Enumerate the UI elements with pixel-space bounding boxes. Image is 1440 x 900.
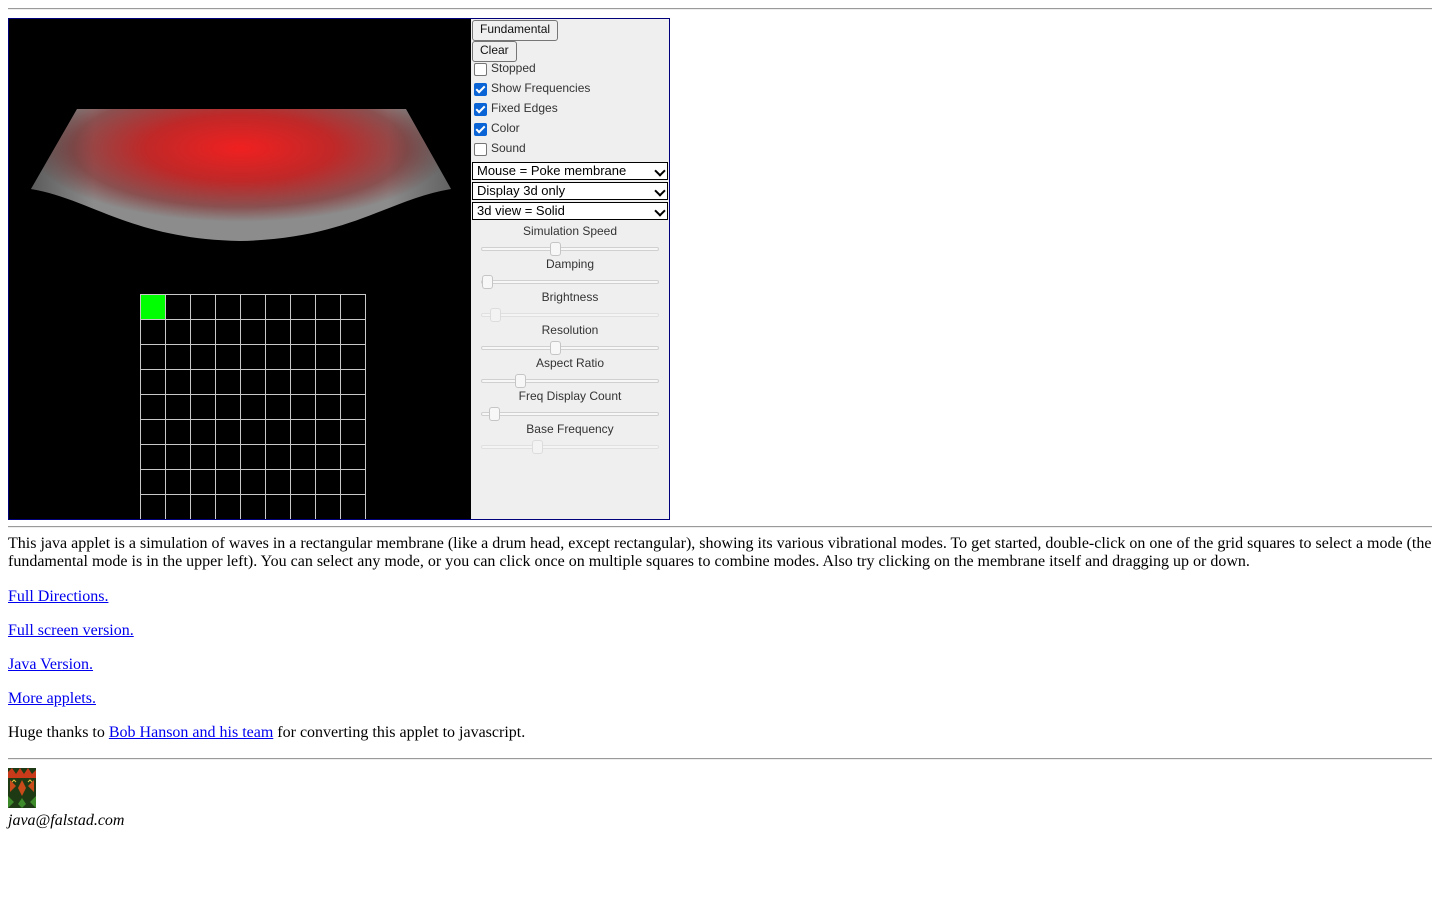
chevron-down-icon	[654, 205, 666, 217]
sound-checkbox-label: Sound	[491, 141, 526, 155]
more-applets-paragraph: More applets.	[8, 690, 96, 708]
membrane-3d-surface[interactable]	[9, 19, 471, 289]
brightness-slider[interactable]	[481, 308, 659, 322]
simulation-speed-slider-thumb[interactable]	[550, 242, 562, 256]
base-frequency-label: Base Frequency	[526, 422, 614, 436]
mouse-mode-select-value: Mouse = Poke membrane	[477, 163, 627, 178]
fixed-edges-checkbox-box[interactable]	[474, 103, 487, 116]
resolution-slider-thumb[interactable]	[550, 341, 562, 355]
bob-hanson-link[interactable]: Bob Hanson and his team	[109, 724, 273, 741]
selected-mode-cell[interactable]	[141, 295, 165, 319]
falstad-logo-icon	[8, 768, 36, 808]
fixed-edges-checkbox-label: Fixed Edges	[491, 101, 558, 115]
resolution-slider[interactable]	[481, 341, 659, 355]
chevron-down-icon	[654, 185, 666, 197]
resolution-label: Resolution	[541, 323, 599, 337]
stopped-checkbox-box[interactable]	[474, 63, 487, 76]
damping-label: Damping	[545, 257, 595, 271]
aspect-ratio-slider[interactable]	[481, 374, 659, 388]
brightness-slider-thumb[interactable]	[490, 308, 502, 322]
thanks-text-after: for converting this applet to javascript…	[273, 724, 526, 741]
base-frequency-slider-thumb[interactable]	[531, 440, 543, 454]
chevron-down-icon	[654, 165, 666, 177]
show-frequencies-checkbox-box[interactable]	[474, 83, 487, 96]
color-checkbox-box[interactable]	[474, 123, 487, 136]
thanks-paragraph: Huge thanks to Bob Hanson and his team f…	[8, 724, 525, 742]
display-mode-select[interactable]: Display 3d only	[472, 182, 668, 200]
mode-selection-grid[interactable]	[140, 294, 368, 519]
freq-display-count-label: Freq Display Count	[518, 389, 622, 403]
sound-checkbox-box[interactable]	[474, 143, 487, 156]
bottom-divider	[8, 758, 1432, 760]
freq-display-count-slider-thumb[interactable]	[488, 407, 500, 421]
full-directions-paragraph: Full Directions.	[8, 588, 108, 606]
full-directions-link[interactable]: Full Directions.	[8, 588, 108, 605]
damping-slider[interactable]	[481, 275, 659, 289]
color-checkbox[interactable]: Color	[474, 119, 520, 137]
stopped-checkbox[interactable]: Stopped	[474, 59, 536, 77]
damping-slider-thumb[interactable]	[482, 275, 493, 289]
java-version-link[interactable]: Java Version.	[8, 656, 93, 673]
simulation-speed-label: Simulation Speed	[522, 224, 618, 238]
java-version-paragraph: Java Version.	[8, 656, 93, 674]
view-mode-select[interactable]: 3d view = Solid	[472, 202, 668, 220]
view-mode-select-value: 3d view = Solid	[477, 203, 565, 218]
sound-checkbox[interactable]: Sound	[474, 139, 526, 157]
full-screen-link[interactable]: Full screen version.	[8, 622, 134, 639]
full-screen-paragraph: Full screen version.	[8, 622, 134, 640]
show-frequencies-checkbox-label: Show Frequencies	[491, 81, 591, 95]
stopped-checkbox-label: Stopped	[491, 61, 536, 75]
thanks-text-before: Huge thanks to	[8, 724, 109, 741]
fixed-edges-checkbox[interactable]: Fixed Edges	[474, 99, 558, 117]
freq-display-count-slider[interactable]	[481, 407, 659, 421]
membrane-applet: Fundamental Clear Stopped Show Frequenci…	[8, 18, 670, 520]
base-frequency-slider[interactable]	[481, 440, 659, 454]
applet-description: This java applet is a simulation of wave…	[8, 535, 1432, 570]
control-panel: Fundamental Clear Stopped Show Frequenci…	[471, 19, 669, 519]
simulation-speed-slider[interactable]	[481, 242, 659, 256]
mouse-mode-select[interactable]: Mouse = Poke membrane	[472, 162, 668, 180]
color-checkbox-label: Color	[491, 121, 520, 135]
fundamental-button[interactable]: Fundamental	[472, 20, 559, 41]
contact-email: java@falstad.com	[8, 812, 125, 829]
brightness-label: Brightness	[541, 290, 599, 304]
middle-divider	[8, 526, 1432, 528]
aspect-ratio-slider-thumb[interactable]	[515, 374, 527, 388]
top-divider	[8, 8, 1432, 10]
display-mode-select-value: Display 3d only	[477, 183, 566, 198]
membrane-view[interactable]	[9, 19, 471, 519]
aspect-ratio-label: Aspect Ratio	[535, 356, 605, 370]
more-applets-link[interactable]: More applets.	[8, 690, 96, 707]
show-frequencies-checkbox[interactable]: Show Frequencies	[474, 79, 590, 97]
